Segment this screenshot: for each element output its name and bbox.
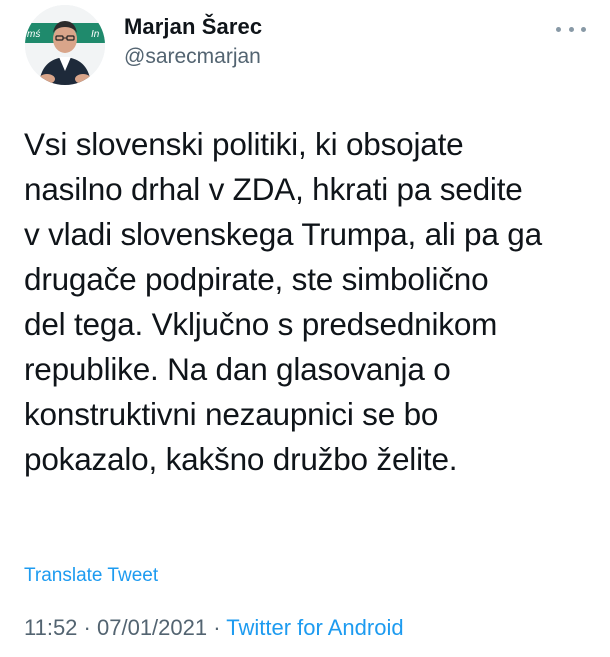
svg-text:In: In	[91, 29, 100, 40]
tweet: mś In Marjan Šarec @sarecmarjan Vsi slov…	[0, 0, 610, 657]
author-name[interactable]: Marjan Šarec	[124, 14, 262, 40]
dot	[556, 26, 561, 32]
more-options-icon[interactable]	[556, 22, 586, 36]
tweet-text: Vsi slovenski politiki, ki obsojate nasi…	[24, 126, 542, 477]
avatar-image: mś In	[25, 5, 105, 85]
meta-separator: ·	[213, 615, 221, 640]
translate-tweet-link[interactable]: Translate Tweet	[24, 565, 158, 587]
tweet-time[interactable]: 11:52	[24, 615, 77, 640]
svg-text:mś: mś	[27, 29, 40, 40]
meta-separator: ·	[83, 615, 91, 640]
avatar[interactable]: mś In	[25, 5, 105, 85]
dot	[568, 26, 574, 32]
tweet-metadata: 11:52 · 07/01/2021 · Twitter for Android	[24, 615, 404, 641]
dot	[581, 26, 586, 32]
author-handle[interactable]: @sarecmarjan	[124, 45, 261, 69]
tweet-date[interactable]: 07/01/2021	[97, 615, 207, 640]
tweet-source-link[interactable]: Twitter for Android	[226, 615, 403, 640]
